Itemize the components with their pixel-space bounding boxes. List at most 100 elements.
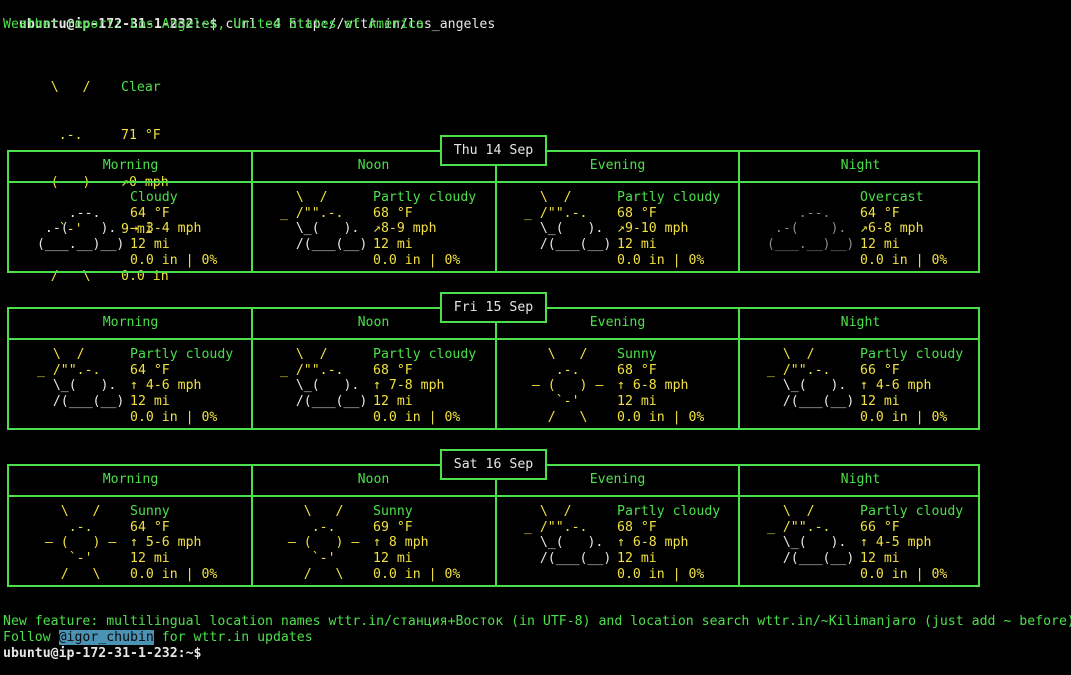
sunny-weather-icon: \ / .-. ― ( ) ― `-' / \	[29, 504, 133, 582]
precipitation: 0.0 in | 0%	[860, 566, 948, 582]
partly-weather-icon: \ / _ /"".-. \_( ). /(___(__)	[272, 347, 376, 410]
temperature: 66 °F	[860, 519, 900, 535]
precipitation: 0.0 in | 0%	[617, 566, 705, 582]
condition-text: Partly cloudy	[617, 190, 721, 205]
visibility: 12 mi	[130, 237, 170, 253]
precipitation: 0.0 in | 0%	[373, 409, 461, 425]
condition-text: Partly cloudy	[130, 347, 234, 362]
cloudy-weather-icon: .--. .-( ). (___.__)__)	[29, 205, 133, 253]
sunny-weather-icon: \ / .-. ― ( ) ― `-' / \	[516, 347, 620, 425]
sunny-weather-icon: \ / .-. ― ( ) ― `-' / \	[272, 504, 376, 582]
condition-text: Overcast	[860, 190, 924, 205]
period-label-noon: Noon	[357, 472, 390, 487]
feature-announcement: New feature: multilingual location names…	[3, 614, 1071, 629]
precipitation: 0.0 in | 0%	[130, 566, 218, 582]
period-label-evening: Evening	[589, 472, 646, 487]
header-divider	[9, 495, 978, 497]
precipitation: 0.0 in | 0%	[860, 409, 948, 425]
period-label-noon: Noon	[357, 315, 390, 330]
visibility: 12 mi	[860, 551, 900, 567]
period-label-morning: Morning	[102, 315, 159, 330]
wind-speed: ↗8-9 mph	[373, 221, 437, 237]
partly-weather-icon: \ / _ /"".-. \_( ). /(___(__)	[516, 504, 620, 567]
period-forecast: .--. .-( ). (___.__)__) Overcast 64 °F ↗6-…	[739, 190, 982, 270]
temperature: 68 °F	[373, 362, 413, 378]
period-forecast: \ / _ /"".-. \_( ). /(___(__) Partly clo…	[252, 190, 495, 270]
temperature: 68 °F	[373, 205, 413, 221]
partly-weather-icon: \ / _ /"".-. \_( ). /(___(__)	[29, 347, 133, 410]
condition-text: Partly cloudy	[373, 347, 477, 362]
wind-speed: → 3-4 mph	[130, 221, 202, 237]
wind-speed: ↑ 4-6 mph	[860, 378, 932, 394]
period-label-morning: Morning	[102, 472, 159, 487]
period-label-morning: Morning	[102, 158, 159, 173]
period-label-night: Night	[840, 315, 881, 330]
wind-speed: ↑ 8 mph	[373, 535, 429, 551]
condition-text: Sunny	[617, 347, 657, 362]
header-divider	[9, 338, 978, 340]
shell-prompt-idle[interactable]: ubuntu@ip-172-31-1-232:~$	[3, 646, 202, 662]
visibility: 12 mi	[373, 237, 413, 253]
period-label-evening: Evening	[589, 315, 646, 330]
precipitation: 0.0 in | 0%	[617, 252, 705, 268]
precipitation: 0.0 in | 0%	[130, 252, 218, 268]
visibility: 12 mi	[373, 551, 413, 567]
wind-speed: ↑ 4-6 mph	[130, 378, 202, 394]
period-label-night: Night	[840, 158, 881, 173]
report-title: Weather report: Los Angeles, United Stat…	[3, 17, 424, 32]
period-forecast: .--. .-( ). (___.__)__) Cloudy 64 °F → 3-4…	[9, 190, 252, 270]
precipitation: 0.0 in | 0%	[373, 566, 461, 582]
temperature: 69 °F	[373, 519, 413, 535]
condition-text: Partly cloudy	[373, 190, 477, 205]
follow-line: Follow @igor_chubin for wttr.in updates	[3, 630, 313, 645]
condition-text: Sunny	[373, 504, 413, 519]
period-forecast: \ / _ /"".-. \_( ). /(___(__) Partly clo…	[496, 190, 739, 270]
period-forecast: \ / _ /"".-. \_( ). /(___(__) Partly clo…	[739, 347, 982, 427]
condition-text: Sunny	[130, 504, 170, 519]
visibility: 12 mi	[617, 237, 657, 253]
temperature: 64 °F	[130, 205, 170, 221]
period-forecast: \ / _ /"".-. \_( ). /(___(__) Partly clo…	[252, 347, 495, 427]
partly-weather-icon: \ / _ /"".-. \_( ). /(___(__)	[759, 504, 863, 567]
wind-speed: ↑ 4-5 mph	[860, 535, 932, 551]
temperature: 64 °F	[130, 519, 170, 535]
wind-speed: ↗9-10 mph	[617, 221, 689, 237]
period-forecast: \ / .-. ― ( ) ― `-' / \ Sunny 64 °F ↑ 5-6 …	[9, 504, 252, 584]
temperature: 64 °F	[130, 362, 170, 378]
twitter-handle-link[interactable]: @igor_chubin	[58, 630, 154, 645]
temperature: 68 °F	[617, 519, 657, 535]
condition-text: Partly cloudy	[860, 504, 964, 519]
visibility: 12 mi	[860, 394, 900, 410]
precipitation: 0.0 in | 0%	[373, 252, 461, 268]
precipitation: 0.0 in | 0%	[617, 409, 705, 425]
temperature: 68 °F	[617, 362, 657, 378]
period-label-night: Night	[840, 472, 881, 487]
visibility: 12 mi	[130, 394, 170, 410]
day-forecast-box: Fri 15 Sep Morning \ / _ /"".-. \_( ). /(…	[7, 292, 982, 430]
wind-speed: ↑ 6-8 mph	[617, 535, 689, 551]
condition-text: Partly cloudy	[860, 347, 964, 362]
condition-text: Partly cloudy	[617, 504, 721, 519]
day-forecast-box: Thu 14 Sep Morning .--. .-( ). (___.__)__…	[7, 135, 982, 273]
temperature: 68 °F	[617, 205, 657, 221]
temperature: 64 °F	[860, 205, 900, 221]
period-forecast: \ / .-. ― ( ) ― `-' / \ Sunny 69 °F ↑ 8 mp…	[252, 504, 495, 584]
wind-speed: ↑ 6-8 mph	[617, 378, 689, 394]
visibility: 12 mi	[130, 551, 170, 567]
overcast-weather-icon: .--. .-( ). (___.__)__)	[759, 205, 863, 253]
visibility: 12 mi	[373, 394, 413, 410]
current-condition: Clear	[121, 80, 161, 96]
visibility: 12 mi	[860, 237, 900, 253]
precipitation: 0.0 in | 0%	[860, 252, 948, 268]
wind-speed: ↗6-8 mph	[860, 221, 924, 237]
precipitation: 0.0 in | 0%	[130, 409, 218, 425]
day-forecast-box: Sat 16 Sep Morning \ / .-. ― ( ) ― `-' / …	[7, 449, 982, 587]
period-forecast: \ / _ /"".-. \_( ). /(___(__) Partly clo…	[739, 504, 982, 584]
visibility: 12 mi	[617, 551, 657, 567]
period-label-noon: Noon	[357, 158, 390, 173]
wind-speed: ↑ 5-6 mph	[130, 535, 202, 551]
current-temp: 71 °F	[121, 127, 161, 143]
wind-speed: ↑ 7-8 mph	[373, 378, 445, 394]
partly-weather-icon: \ / _ /"".-. \_( ). /(___(__)	[272, 190, 376, 253]
period-forecast: \ / _ /"".-. \_( ). /(___(__) Partly clo…	[496, 504, 739, 584]
